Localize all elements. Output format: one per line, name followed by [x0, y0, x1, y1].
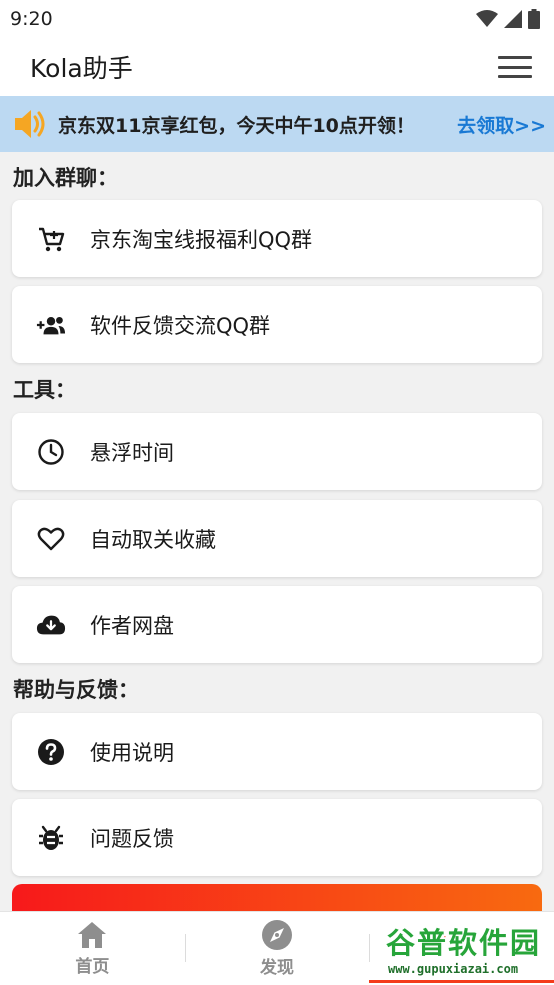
item-label: 作者网盘 [90, 613, 174, 638]
nav-discover[interactable]: 发现 [184, 912, 370, 985]
item-label: 使用说明 [90, 740, 174, 765]
cloud-download-icon [36, 610, 66, 640]
status-bar: 9:20 [0, 0, 554, 38]
watermark-title: 谷普软件园 [386, 926, 542, 960]
section-title-groups: 加入群聊： [13, 166, 118, 190]
watermark-url: www.gupuxiazai.com [386, 962, 552, 976]
status-time: 9:20 [10, 8, 53, 30]
notice-link[interactable]: 去领取>> [457, 111, 546, 138]
notice-banner[interactable]: 京东双11京享红包，今天中午10点开领！ 去领取>> [0, 96, 554, 152]
item-label: 悬浮时间 [90, 440, 174, 465]
notice-text: 京东双11京享红包，今天中午10点开领！ [58, 114, 415, 137]
menu-icon-line [498, 75, 532, 78]
item-label: 软件反馈交流QQ群 [90, 313, 271, 338]
app-bar: Kola助手 [0, 38, 554, 96]
help-icon [36, 737, 66, 767]
bug-icon [36, 823, 66, 853]
bug-report-item[interactable]: 问题反馈 [12, 799, 542, 876]
menu-icon-line [498, 65, 532, 69]
instructions-item[interactable]: 使用说明 [12, 713, 542, 790]
speaker-icon [15, 110, 45, 138]
item-label: 京东淘宝线报福利QQ群 [90, 227, 313, 252]
shopping-cart-icon [36, 224, 66, 254]
section-title-tools: 工具： [13, 378, 76, 402]
jd-taobao-qq-group-item[interactable]: 京东淘宝线报福利QQ群 [12, 200, 542, 277]
group-add-icon [36, 310, 66, 340]
auto-unfavorite-item[interactable]: 自动取关收藏 [12, 500, 542, 577]
author-netdisk-item[interactable]: 作者网盘 [12, 586, 542, 663]
compass-icon [262, 920, 292, 950]
menu-icon-line [498, 56, 532, 59]
battery-icon [528, 9, 540, 29]
nav-home[interactable]: 首页 [0, 912, 185, 985]
nav-label: 发现 [260, 958, 294, 978]
clock-icon [36, 437, 66, 467]
app-title: Kola助手 [30, 54, 133, 83]
wifi-icon [476, 10, 498, 27]
section-title-help: 帮助与反馈： [13, 678, 139, 702]
heart-icon [36, 524, 66, 554]
watermark: 谷普软件园 www.gupuxiazai.com [386, 920, 552, 982]
item-label: 自动取关收藏 [90, 527, 216, 552]
status-icons [476, 9, 540, 29]
menu-button[interactable] [498, 54, 532, 80]
home-icon [78, 922, 107, 948]
item-label: 问题反馈 [90, 826, 174, 851]
signal-icon [504, 10, 522, 28]
nav-label: 首页 [75, 957, 110, 977]
float-time-item[interactable]: 悬浮时间 [12, 413, 542, 490]
feedback-qq-group-item[interactable]: 软件反馈交流QQ群 [12, 286, 542, 363]
